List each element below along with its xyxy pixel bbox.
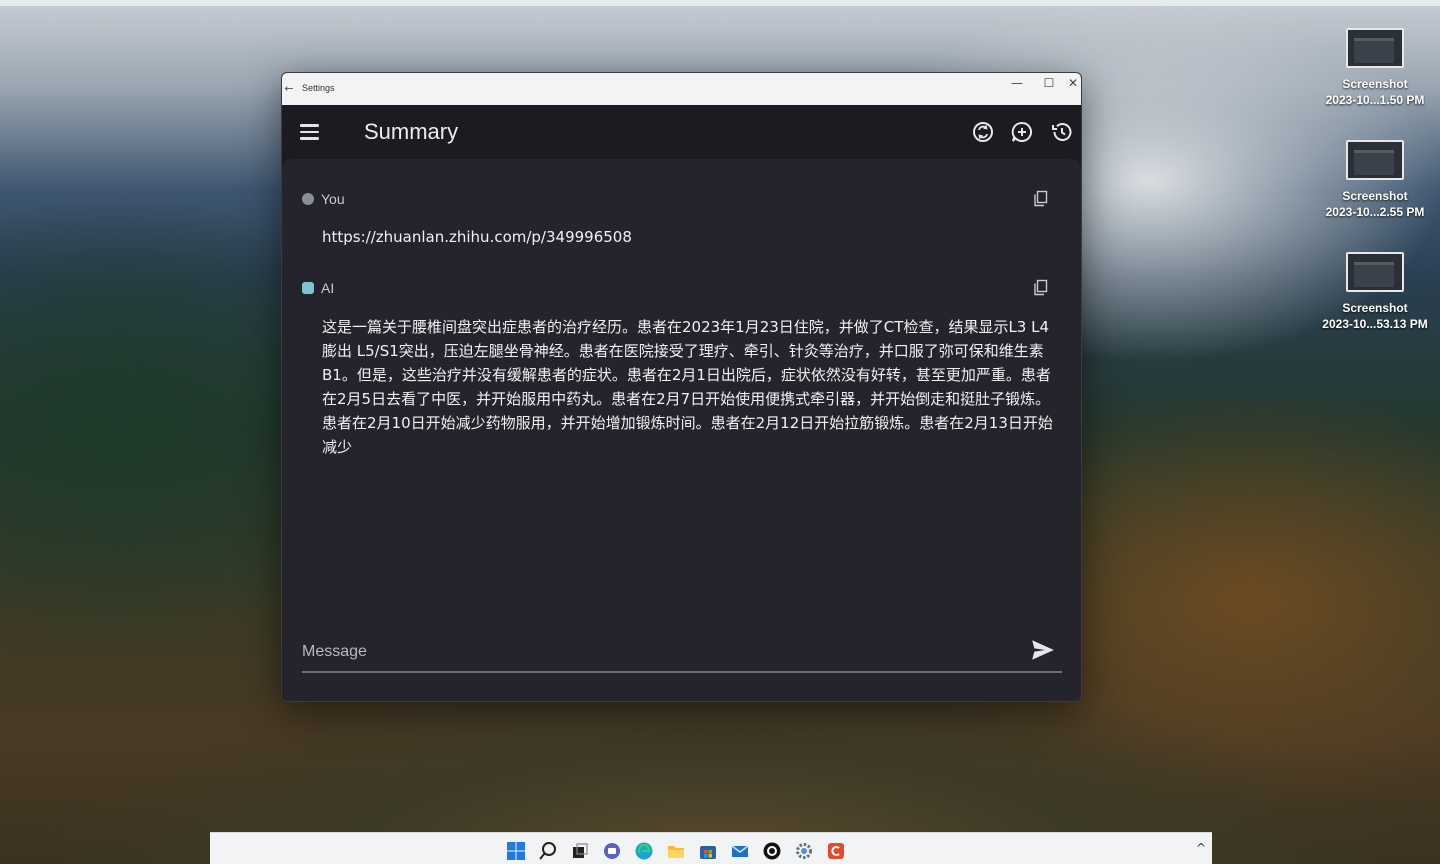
file-name-line2: 2023-10...2.55 PM [1325, 205, 1425, 219]
back-arrow-icon[interactable]: ← [282, 82, 296, 96]
edge-icon[interactable] [634, 841, 654, 861]
user-message-text: https://zhuanlan.zhihu.com/p/349996508 [322, 228, 632, 246]
file-name-line2: 2023-10...53.13 PM [1322, 317, 1428, 331]
app-window: ← Settings — ☐ ✕ Summary You https://zhu… [281, 72, 1082, 702]
message-composer [302, 633, 1062, 673]
model-switch-icon[interactable] [971, 120, 995, 144]
user-avatar-icon [302, 193, 314, 205]
maximize-button[interactable]: ☐ [1033, 73, 1065, 101]
sender-name: You [321, 191, 345, 207]
history-icon[interactable] [1050, 120, 1074, 144]
screenshot-thumbnail [1346, 252, 1404, 292]
windows-start-icon[interactable] [506, 841, 526, 861]
file-name-line2: 2023-10...1.50 PM [1325, 93, 1425, 107]
tray-chevron-icon[interactable]: ^ [1196, 841, 1206, 855]
message-header-ai: AI [302, 280, 334, 298]
minimize-button[interactable]: — [1001, 73, 1033, 101]
desktop-file-screenshot-1[interactable]: Screenshot 2023-10...1.50 PM [1315, 28, 1435, 108]
store-icon[interactable] [698, 841, 718, 861]
desktop-file-screenshot-2[interactable]: Screenshot 2023-10...2.55 PM [1315, 140, 1435, 220]
ai-robot-icon [302, 282, 314, 294]
hamburger-menu-icon[interactable] [300, 124, 320, 140]
file-name-line1: Screenshot [1342, 301, 1408, 315]
app-bar: Summary [282, 105, 1081, 159]
chat-content: You https://zhuanlan.zhihu.com/p/3499965… [282, 159, 1081, 701]
app-red-icon[interactable] [826, 841, 846, 861]
close-button[interactable]: ✕ [1063, 73, 1081, 101]
copy-icon[interactable] [1032, 190, 1050, 208]
desktop-file-screenshot-3[interactable]: Screenshot 2023-10...53.13 PM [1315, 252, 1435, 332]
window-titlebar[interactable]: ← Settings — ☐ ✕ [282, 73, 1081, 105]
file-explorer-icon[interactable] [666, 841, 686, 861]
new-chat-icon[interactable] [1010, 120, 1034, 144]
copy-icon[interactable] [1032, 279, 1050, 297]
app-circle-icon[interactable] [762, 841, 782, 861]
settings-gear-icon[interactable] [794, 841, 814, 861]
search-icon[interactable] [538, 841, 558, 861]
mail-icon[interactable] [730, 841, 750, 861]
message-input[interactable] [302, 639, 1002, 665]
screenshot-thumbnail [1346, 140, 1404, 180]
message-header-user: You [302, 191, 345, 209]
send-icon[interactable] [1030, 637, 1056, 663]
ai-message-text: 这是一篇关于腰椎间盘突出症患者的治疗经历。患者在2023年1月23日住院，并做了… [322, 318, 1053, 456]
mac-menubar [0, 0, 1440, 6]
chat-icon[interactable] [602, 841, 622, 861]
file-name-line1: Screenshot [1342, 189, 1408, 203]
task-view-icon[interactable] [570, 841, 590, 861]
taskbar: ^ [210, 832, 1212, 864]
sender-name: AI [321, 280, 335, 296]
window-title: Settings [302, 83, 335, 93]
page-title: Summary [364, 119, 459, 144]
file-name-line1: Screenshot [1342, 77, 1408, 91]
screenshot-thumbnail [1346, 28, 1404, 68]
